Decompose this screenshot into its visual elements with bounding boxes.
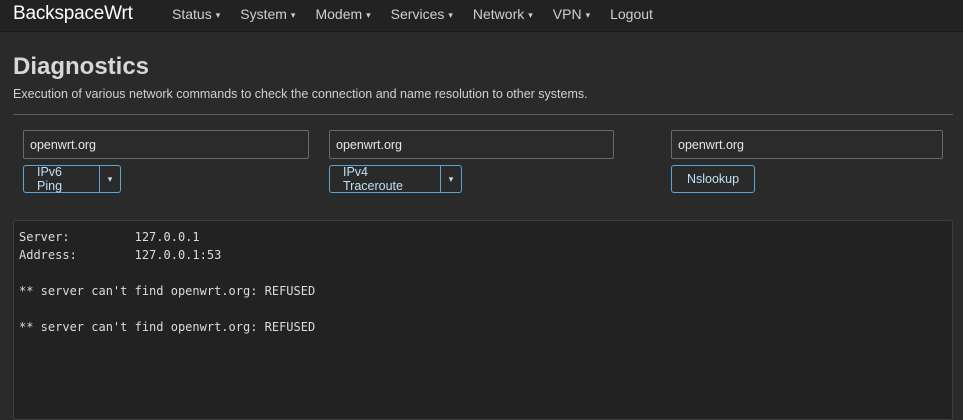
nslookup-host-input[interactable]	[671, 130, 943, 159]
ping-host-input[interactable]	[23, 130, 309, 159]
main-menu: Status ▾ System ▾ Modem ▾ Services ▾ Network…	[162, 0, 663, 31]
menu-status[interactable]: Status ▾	[162, 0, 230, 31]
caret-down-icon: ▾	[290, 9, 296, 20]
menu-status-label: Status	[172, 6, 212, 22]
menu-logout[interactable]: Logout	[600, 0, 663, 31]
traceroute-button[interactable]: IPv4 Traceroute	[329, 165, 441, 193]
output-line: Server: 127.0.0.1	[19, 230, 200, 244]
menu-services[interactable]: Services ▾	[381, 0, 463, 31]
traceroute-host-input[interactable]	[329, 130, 614, 159]
page-description: Execution of various network commands to…	[13, 87, 588, 101]
output-line: ** server can't find openwrt.org: REFUSE…	[19, 284, 316, 298]
output-line: Address: 127.0.0.1:53	[19, 248, 222, 262]
menu-network[interactable]: Network ▾	[463, 0, 543, 31]
menu-modem-label: Modem	[315, 6, 363, 22]
ping-button-group: IPv6 Ping ▾	[23, 165, 121, 193]
menu-network-label: Network	[472, 6, 525, 22]
command-output: Server: 127.0.0.1 Address: 127.0.0.1:53 …	[13, 220, 953, 420]
caret-down-icon: ▾	[585, 9, 591, 20]
menu-system[interactable]: System ▾	[230, 0, 305, 31]
menu-vpn[interactable]: VPN ▾	[543, 0, 600, 31]
top-navbar: BackspaceWrt Status ▾ System ▾ Modem ▾ Serv…	[0, 0, 963, 32]
ping-button[interactable]: IPv6 Ping	[23, 165, 100, 193]
menu-logout-label: Logout	[610, 6, 653, 22]
caret-down-icon: ▾	[366, 9, 371, 20]
ping-mode-dropdown-icon[interactable]: ▾	[100, 165, 121, 193]
page-title: Diagnostics	[13, 53, 150, 80]
menu-system-label: System	[240, 6, 287, 22]
traceroute-mode-dropdown-icon[interactable]: ▾	[441, 165, 462, 193]
nslookup-button[interactable]: Nslookup	[671, 165, 755, 193]
menu-modem[interactable]: Modem ▾	[305, 0, 380, 31]
traceroute-button-group: IPv4 Traceroute ▾	[329, 165, 462, 193]
menu-services-label: Services	[390, 6, 445, 22]
output-line: ** server can't find openwrt.org: REFUSE…	[19, 320, 316, 334]
caret-down-icon: ▾	[215, 9, 221, 20]
brand-logo[interactable]: BackspaceWrt	[13, 3, 133, 25]
caret-down-icon: ▾	[448, 9, 453, 20]
caret-down-icon: ▾	[528, 9, 533, 20]
section-divider	[13, 114, 953, 115]
menu-vpn-label: VPN	[552, 6, 582, 22]
